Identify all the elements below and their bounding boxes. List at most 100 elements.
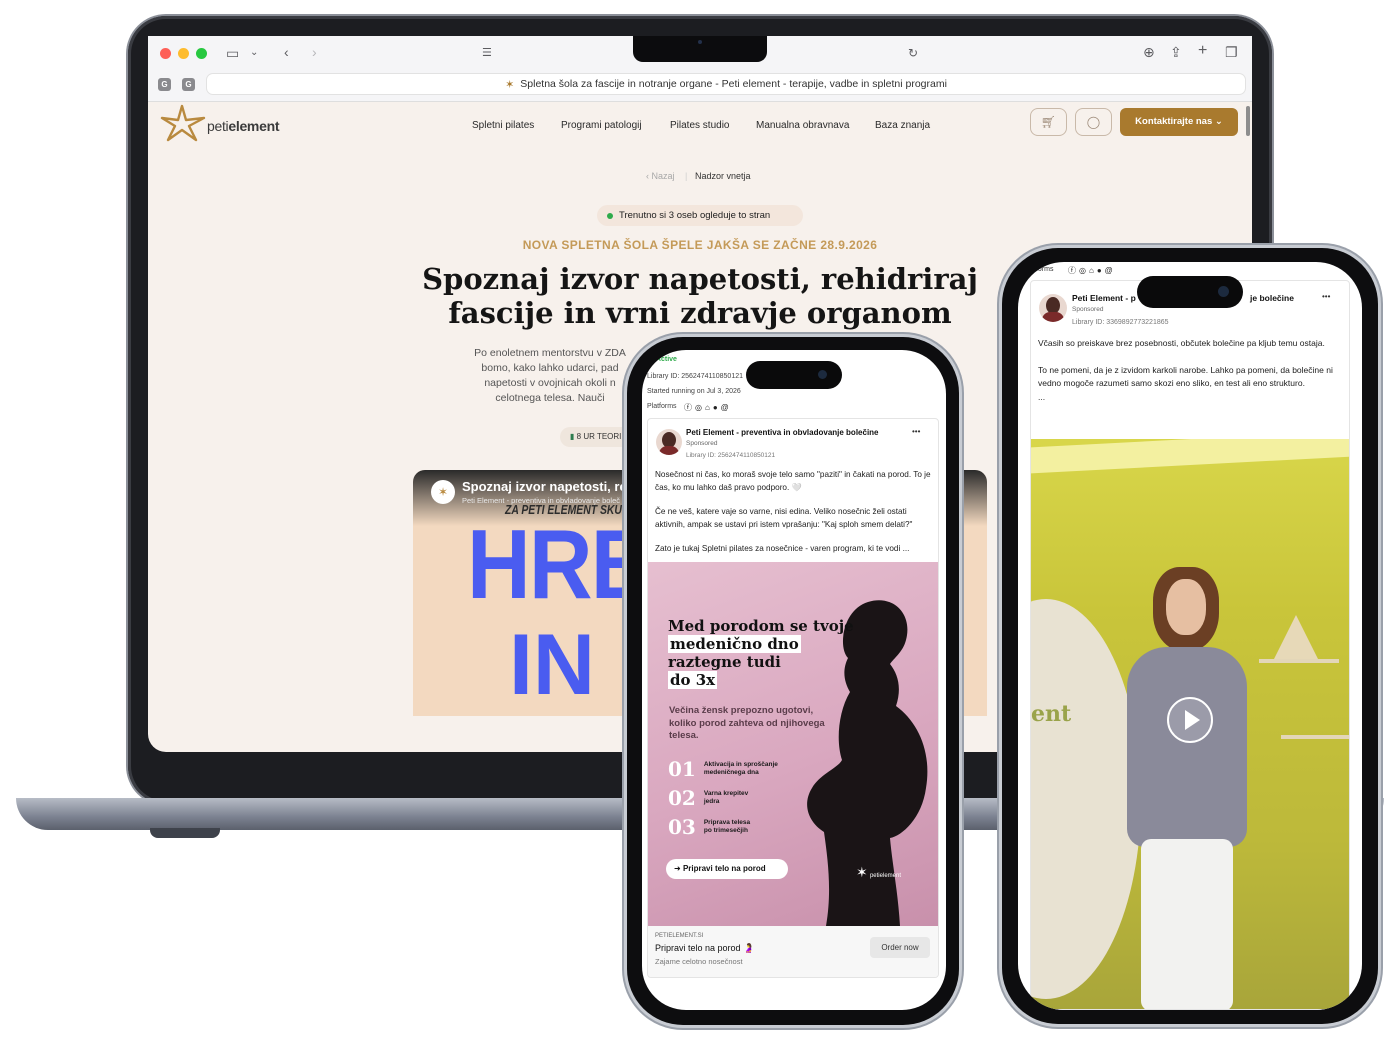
- breadcrumb-back-label: Nazaj: [651, 171, 675, 181]
- ad-creative-image[interactable]: Med porodom se tvoje medenično dno razte…: [648, 562, 938, 926]
- chevron-down-icon: ⌄: [1214, 116, 1223, 127]
- more-options-icon[interactable]: •••: [912, 427, 920, 436]
- person-trousers: [1141, 839, 1233, 1009]
- creative-step: 02 Varna krepitev jedra: [668, 783, 808, 812]
- contact-button[interactable]: Kontaktirajte nas ⌄: [1120, 108, 1238, 136]
- nav-item-pilates-studio[interactable]: Pilates studio: [670, 120, 729, 131]
- intro-line: napetosti v ovojnicah okoli n: [484, 377, 616, 389]
- intro-line: celotnega telesa. Nauči: [495, 392, 605, 404]
- post-paragraph: Če ne veš, katere vaje so varne, nisi ed…: [655, 507, 913, 529]
- forward-icon[interactable]: ›: [312, 45, 317, 59]
- back-icon[interactable]: ‹: [284, 45, 289, 59]
- reload-icon[interactable]: ↻: [908, 46, 918, 60]
- share-icon[interactable]: ⇪: [1170, 45, 1182, 59]
- creative-headline-line: raztegne tudi: [668, 653, 781, 671]
- page-title-line: fascije in vrni zdravje organom: [448, 296, 952, 330]
- post-paragraph: Nosečnost ni čas, ko moraš svoje telo sa…: [655, 470, 931, 492]
- play-button[interactable]: [1167, 697, 1213, 743]
- live-dot-icon: [607, 212, 613, 219]
- nav-item-baza-znanja[interactable]: Baza znanja: [875, 120, 930, 131]
- threads-icon: @: [1104, 266, 1116, 275]
- creative-headline-line: Med porodom se tvoje: [668, 617, 854, 635]
- link-domain: PETIELEMENT.SI: [655, 933, 704, 939]
- facebook-icon: ⓕ: [684, 403, 695, 412]
- scrollbar[interactable]: [1246, 106, 1250, 136]
- extension-icon[interactable]: G: [182, 78, 195, 91]
- post-paragraph: Zato je tukaj Spletni pilates za nosečni…: [655, 544, 910, 553]
- link-preview[interactable]: PETIELEMENT.SI Pripravi telo na porod 🤰 …: [648, 926, 938, 977]
- more-options-icon[interactable]: •••: [1322, 292, 1330, 301]
- ad-start-date: Started running on Jul 3, 2026: [647, 388, 741, 395]
- ad-card: Peti Element - preventiva in obvladovanj…: [647, 418, 939, 978]
- contact-button-label: Kontaktirajte nas: [1135, 116, 1213, 127]
- platforms-label: tforms: [1034, 266, 1054, 273]
- instagram-icon: ◎: [695, 403, 705, 412]
- breadcrumb-back[interactable]: ‹ Nazaj: [646, 171, 675, 181]
- post-ellipsis: ...: [1038, 391, 1046, 402]
- minimize-window-button[interactable]: [178, 48, 189, 59]
- creative-cta-button[interactable]: ➜ Pripravi telo na porod: [666, 859, 788, 879]
- sponsored-label: Sponsored: [686, 440, 718, 447]
- address-bar[interactable]: ✶ Spletna šola za fascije in notranje or…: [206, 73, 1246, 95]
- step-label: Varna krepitev jedra: [703, 789, 749, 805]
- creative-cta-label: Pripravi telo na porod: [682, 864, 766, 873]
- post-paragraph: To ne pomeni, da je z izvidom karkoli na…: [1038, 364, 1333, 389]
- ad-video[interactable]: ent: [1031, 439, 1349, 1009]
- cart-button[interactable]: 🛒︎: [1030, 108, 1067, 136]
- page-menu-icon[interactable]: ☰: [482, 46, 492, 60]
- instagram-icon: ◎: [1079, 266, 1089, 275]
- book-icon: ▮: [570, 432, 575, 441]
- zoom-window-button[interactable]: [196, 48, 207, 59]
- page-avatar[interactable]: [1039, 294, 1067, 322]
- front-camera-icon: [1218, 286, 1229, 297]
- hours-chip: ▮ 8 UR TEORI: [560, 427, 632, 447]
- step-number: 02: [668, 785, 696, 810]
- nav-item-manualna-obravnava[interactable]: Manualna obravnava: [756, 120, 849, 131]
- sidebar-icon[interactable]: ▭: [226, 46, 239, 60]
- step-label: Aktivacija in sproščanje medeničnega dna: [703, 760, 778, 776]
- page-avatar[interactable]: [656, 429, 682, 455]
- live-viewers-badge: Trenutno si 3 oseb ogleduje to stran: [597, 205, 803, 226]
- creative-headline-line: do 3x: [668, 671, 718, 689]
- camera-icon: [698, 40, 702, 44]
- laptop-foot: [150, 828, 220, 838]
- ad-card: Peti Element - p je bolečine Sponsored L…: [1030, 280, 1350, 1010]
- tab-overview-icon[interactable]: ❐: [1225, 45, 1238, 59]
- address-bar-text: Spletna šola za fascije in notranje orga…: [520, 78, 947, 90]
- site-logo[interactable]: petielement: [207, 118, 279, 134]
- post-body: Včasih so preiskave brez posebnosti, obč…: [1038, 337, 1338, 404]
- extension-icon[interactable]: G: [158, 78, 171, 91]
- nav-item-programi-patologij[interactable]: Programi patologij: [561, 120, 642, 131]
- page-name[interactable]: Peti Element - p: [1072, 293, 1136, 303]
- chevron-down-icon[interactable]: ⌄: [250, 46, 258, 60]
- page-name-continued[interactable]: je bolečine: [1250, 293, 1294, 303]
- video-big-text: HRB: [467, 509, 654, 619]
- play-icon: [1185, 710, 1200, 730]
- logo-light-text: peti: [207, 118, 229, 134]
- platforms-label: Platforms: [647, 403, 677, 410]
- creative-logo: ✶ petielement: [856, 864, 901, 881]
- site-logo-icon[interactable]: [160, 104, 206, 142]
- logo-bold-text: element: [228, 118, 280, 134]
- mirror: [1031, 599, 1141, 999]
- post-paragraph: Včasih so preiskave brez posebnosti, obč…: [1038, 338, 1325, 348]
- order-now-button[interactable]: Order now: [870, 937, 930, 958]
- nav-item-spletni-pilates[interactable]: Spletni pilates: [472, 120, 534, 131]
- creative-step: 01 Aktivacija in sproščanje medeničnega d…: [668, 754, 808, 783]
- page-title-line: Spoznaj izvor napetosti, rehidriraj: [422, 262, 978, 296]
- channel-avatar[interactable]: ✶: [431, 480, 455, 504]
- cart-icon: 🛒︎: [1040, 115, 1057, 129]
- video-title[interactable]: Spoznaj izvor napetosti, reh: [462, 479, 635, 494]
- post-library-id: Library ID: 2562474110850121: [686, 452, 776, 459]
- new-tab-icon[interactable]: +: [1198, 43, 1207, 59]
- ad-library-id: Library ID: 2562474110850121: [647, 373, 744, 380]
- close-window-button[interactable]: [160, 48, 171, 59]
- download-icon[interactable]: ⊕: [1143, 45, 1155, 59]
- creative-step: 03 Priprava telesa po trimesečjih: [668, 812, 808, 841]
- creative-headline-line: medenično dno: [668, 635, 801, 653]
- account-button[interactable]: ◯: [1075, 108, 1112, 136]
- hours-chip-label: 8 UR TEORI: [576, 432, 622, 441]
- decor-object: [1274, 615, 1318, 659]
- page-name[interactable]: Peti Element - preventiva in obvladovanj…: [686, 428, 896, 437]
- dynamic-island: [746, 361, 842, 389]
